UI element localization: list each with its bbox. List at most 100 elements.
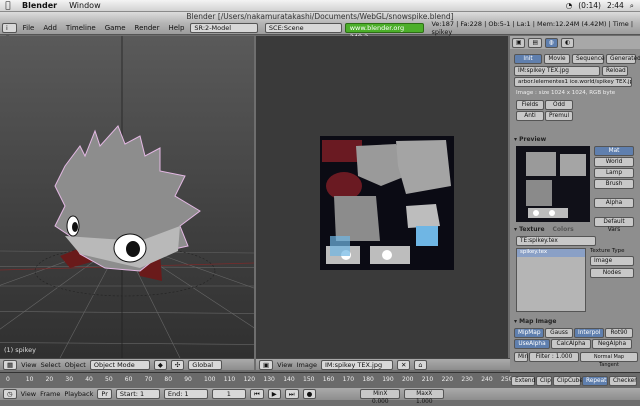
timeline-menu-view[interactable]: View bbox=[21, 390, 36, 398]
texture-context-icon[interactable]: ◍ bbox=[544, 37, 559, 48]
premul-button[interactable]: Premul bbox=[545, 111, 573, 121]
menu-file[interactable]: File bbox=[20, 24, 38, 32]
mode-select[interactable]: Object Mode bbox=[89, 359, 150, 370]
menu-app[interactable]: Blender bbox=[16, 1, 63, 10]
timeline-menu-pr[interactable]: Pr bbox=[97, 389, 112, 399]
uv-image-editor[interactable] bbox=[256, 36, 508, 358]
panel-type-icon[interactable]: ▣ bbox=[512, 37, 526, 48]
anti-button[interactable]: Anti bbox=[516, 111, 544, 121]
shading-icon[interactable]: ◐ bbox=[561, 37, 575, 48]
colors-tab[interactable]: Colors bbox=[553, 226, 574, 233]
filter-field[interactable]: Filter : 1.000 bbox=[529, 352, 579, 362]
texture-type-select[interactable]: Image bbox=[590, 256, 634, 266]
tab-generated[interactable]: Generated bbox=[606, 54, 640, 64]
screen-selector[interactable]: SR:2-Model bbox=[190, 23, 258, 33]
main-header: i ▾ File Add Timeline Game Render Help S… bbox=[0, 20, 640, 41]
min-button[interactable]: Min bbox=[514, 352, 528, 362]
menu-game[interactable]: Game bbox=[102, 24, 129, 32]
reload-button[interactable]: Reload bbox=[602, 66, 628, 76]
rot90-button[interactable]: Rot90 bbox=[605, 328, 633, 338]
tab-sequence[interactable]: Sequence bbox=[572, 54, 605, 64]
properties-panel: ▣ ▤ ◍ ◐ Init Movie Sequence Generated IM… bbox=[510, 36, 640, 372]
fields-button[interactable]: Fields bbox=[516, 100, 544, 110]
uv-menu-image[interactable]: Image bbox=[297, 361, 317, 369]
viewport-header: ▦ View Select Object Object Mode ◆ ✣ Glo… bbox=[0, 358, 254, 370]
menu-help[interactable]: Help bbox=[165, 24, 187, 32]
window-type-icon[interactable]: i ▾ bbox=[2, 23, 17, 41]
preview-brush-button[interactable]: Brush bbox=[594, 179, 634, 189]
timeline-tick-label: 20 bbox=[45, 376, 54, 383]
play-icon[interactable]: ▶ bbox=[267, 389, 281, 399]
preview-world-button[interactable]: World bbox=[594, 157, 634, 167]
uv-image-select[interactable]: IM:spikey TEX.jpg bbox=[320, 359, 393, 370]
alpha-button[interactable]: Alpha bbox=[594, 198, 634, 208]
clip-button[interactable]: Clip bbox=[536, 376, 552, 386]
scene-selector[interactable]: SCE:Scene bbox=[264, 23, 342, 33]
current-frame-field[interactable]: 1 bbox=[211, 389, 246, 399]
3d-viewport[interactable]: (1) spikey bbox=[0, 36, 254, 358]
timeline-menu-playback[interactable]: Playback bbox=[64, 390, 93, 398]
interpol-button[interactable]: Interpol bbox=[574, 328, 604, 338]
clipcube-button[interactable]: ClipCube bbox=[553, 376, 583, 386]
battery-status[interactable]: (0:14) bbox=[578, 1, 601, 10]
timeline-tick-label: 220 bbox=[441, 376, 454, 383]
blender-url-button[interactable]: www.blender.org 249.2 bbox=[344, 23, 425, 41]
menu-render[interactable]: Render bbox=[132, 24, 163, 32]
minx-field[interactable]: MinX 0.000 bbox=[360, 389, 401, 405]
texture-name-field[interactable]: TE:spikey.tex bbox=[516, 236, 596, 246]
viewport-menu-view[interactable]: View bbox=[21, 361, 36, 369]
timeline-menu-frame[interactable]: Frame bbox=[40, 390, 60, 398]
viewport-menu-select[interactable]: Select bbox=[41, 361, 61, 369]
image-tabs: Init Movie Sequence Generated bbox=[514, 54, 640, 64]
maxx-field[interactable]: MaxX 1.000 bbox=[404, 389, 445, 405]
tab-init[interactable]: Init bbox=[514, 54, 542, 64]
gauss-button[interactable]: Gauss bbox=[545, 328, 573, 338]
preview-lamp-button[interactable]: Lamp bbox=[594, 168, 634, 178]
checker-button[interactable]: Checker bbox=[609, 376, 637, 386]
jump-start-icon[interactable]: ⏮ bbox=[249, 389, 264, 399]
map-image-section-title[interactable]: ▾ Map Image bbox=[514, 318, 636, 325]
mipmap-button[interactable]: MipMap bbox=[514, 328, 544, 338]
preview-section-title[interactable]: ▾ Preview bbox=[514, 136, 636, 143]
timeline[interactable]: 0 10 20 30 40 50 60 70 80 90 100 110 120 130 140 150 160… bbox=[0, 372, 640, 388]
repeat-button[interactable]: Repeat bbox=[582, 376, 608, 386]
normal-map-select[interactable]: Normal Map Tangent bbox=[580, 352, 638, 368]
image-path-field[interactable]: arbor.lelementes1 ice.world/spikey TEX.j… bbox=[514, 77, 632, 87]
start-frame-field[interactable]: Start: 1 bbox=[115, 389, 160, 399]
jump-end-icon[interactable]: ⏭ bbox=[284, 389, 299, 399]
repeat-row: Extend Clip ClipCube Repeat Checker bbox=[511, 376, 637, 386]
menu-timeline[interactable]: Timeline bbox=[63, 24, 99, 32]
texture-section-title[interactable]: ▾ Texture Colors bbox=[514, 226, 636, 233]
pivot-icon[interactable]: ✣ bbox=[170, 359, 185, 370]
spotlight-icon[interactable]: ⌕ bbox=[630, 1, 634, 11]
viewport-menu-object[interactable]: Object bbox=[65, 361, 86, 369]
apple-icon[interactable]:  bbox=[0, 1, 16, 11]
viewport-type-icon[interactable]: ▦ bbox=[3, 359, 18, 370]
uv-lock-icon[interactable]: ⌂ bbox=[414, 359, 427, 370]
menu-window[interactable]: Window bbox=[63, 1, 107, 10]
usealpha-button[interactable]: UseAlpha bbox=[514, 339, 550, 349]
uv-pin-icon[interactable]: ✕ bbox=[396, 359, 411, 370]
orientation-select[interactable]: Global bbox=[188, 359, 223, 370]
clock[interactable]: 2:44 bbox=[607, 1, 624, 10]
extend-button[interactable]: Extend bbox=[511, 376, 535, 386]
draw-type-icon[interactable]: ◆ bbox=[153, 359, 167, 370]
uv-menu-view[interactable]: View bbox=[277, 361, 292, 369]
negalpha-button[interactable]: NegAlpha bbox=[592, 339, 632, 349]
props-icons[interactable]: ▤ bbox=[528, 37, 542, 48]
image-name-field[interactable]: IM:spikey TEX.jpg bbox=[514, 66, 600, 76]
timeline-tick-label: 0 bbox=[6, 376, 10, 383]
nodes-button[interactable]: Nodes bbox=[590, 268, 634, 278]
odd-button[interactable]: Odd bbox=[545, 100, 573, 110]
end-frame-field[interactable]: End: 1 bbox=[163, 389, 208, 399]
calcalpha-button[interactable]: CalcAlpha bbox=[551, 339, 591, 349]
wifi-icon[interactable]: ◔ bbox=[566, 1, 573, 10]
tab-movie[interactable]: Movie bbox=[544, 54, 570, 64]
preview-mat-button[interactable]: Mat bbox=[594, 146, 634, 156]
texture-slot-item[interactable]: spikey.tex bbox=[517, 249, 585, 257]
menu-add[interactable]: Add bbox=[40, 24, 60, 32]
timeline-type-icon[interactable]: ◷ bbox=[3, 389, 17, 399]
record-icon[interactable]: ● bbox=[302, 389, 317, 399]
texture-slot-list[interactable]: spikey.tex bbox=[516, 248, 586, 312]
uv-type-icon[interactable]: ▣ bbox=[259, 359, 274, 370]
